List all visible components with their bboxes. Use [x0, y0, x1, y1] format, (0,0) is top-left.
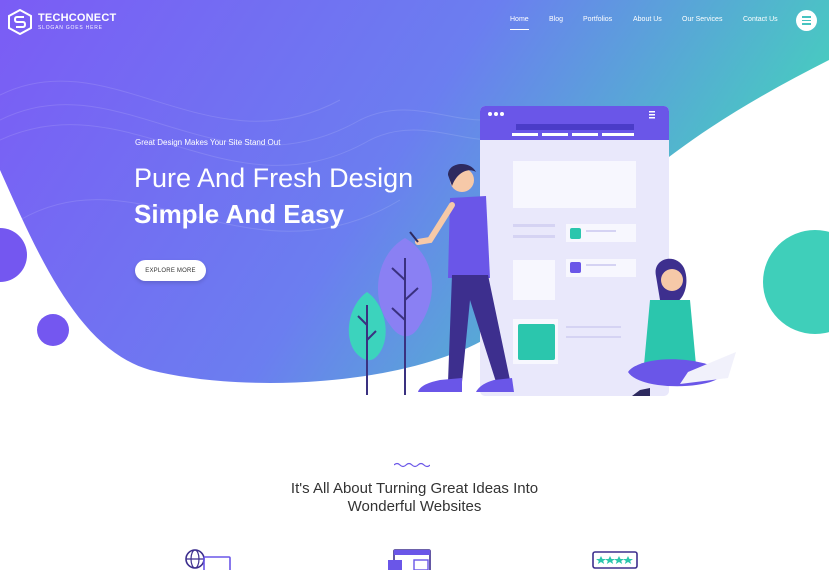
- hero-tagline: Great Design Makes Your Site Stand Out: [135, 138, 281, 147]
- hamburger-icon: [802, 15, 811, 26]
- globe-browser-icon: [185, 549, 231, 570]
- nav-item-portfolios[interactable]: Portfolios: [583, 16, 612, 23]
- nav-item-about-us[interactable]: About Us: [633, 16, 662, 23]
- tree-illustration: [348, 238, 432, 395]
- nav-item-contact-us[interactable]: Contact Us: [743, 16, 778, 23]
- hero-subheadline: Simple And Easy: [134, 199, 344, 229]
- rating-stars-icon: [592, 551, 638, 569]
- logo-hexagon-icon: [8, 9, 32, 35]
- nav-item-blog[interactable]: Blog: [549, 16, 563, 23]
- section-title-line2: Wonderful Websites: [347, 498, 482, 515]
- menu-button[interactable]: [796, 10, 817, 31]
- nav-item-our-services[interactable]: Our Services: [682, 16, 722, 23]
- brand-slogan: SLOGAN GOES HERE: [38, 25, 103, 31]
- wave-divider-icon: [394, 462, 430, 468]
- brand-logo[interactable]: TECHCONECT SLOGAN GOES HERE: [8, 9, 116, 35]
- section-title: It's All About Turning Great Ideas Into …: [0, 480, 829, 516]
- explore-more-button[interactable]: EXPLORE MORE: [135, 260, 206, 281]
- web-layout-icon: [388, 549, 431, 570]
- section-title-line1: It's All About Turning Great Ideas Into: [290, 480, 539, 497]
- hero-illustration: [348, 106, 736, 396]
- browser-window-illustration: [480, 106, 669, 396]
- brand-name: TECHCONECT: [38, 12, 117, 24]
- nav-item-home[interactable]: Home: [510, 16, 529, 30]
